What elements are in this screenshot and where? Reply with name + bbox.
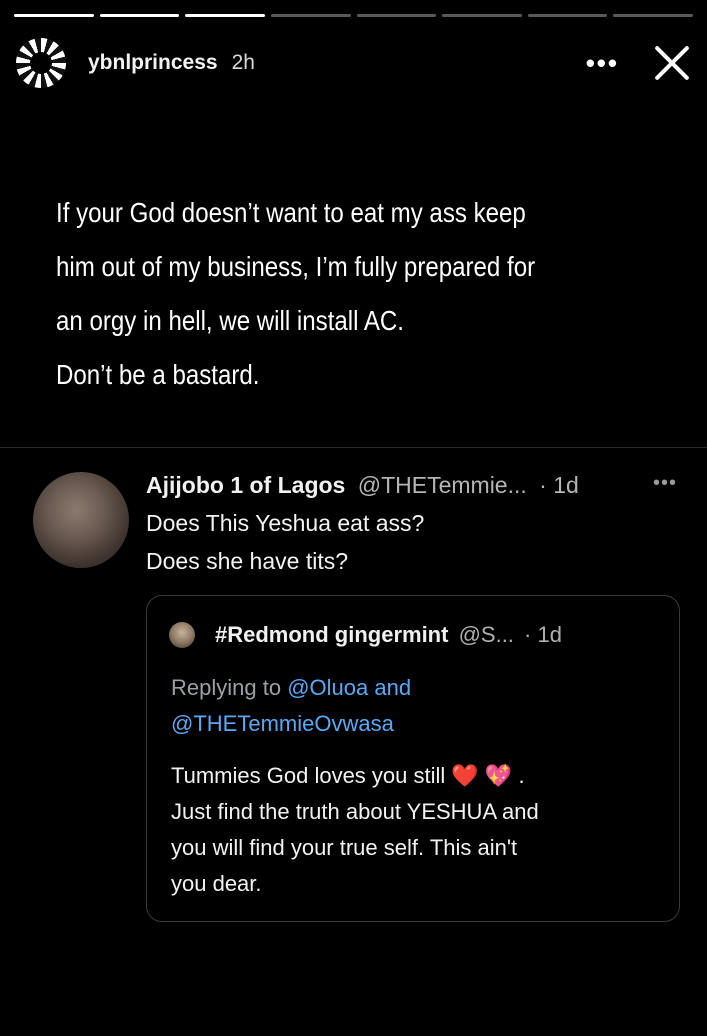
quoted-author-handle: @S... (458, 622, 514, 647)
progress-segment (442, 14, 522, 17)
tweet-time: · 1d (539, 472, 579, 498)
replying-prefix: Replying to (171, 675, 288, 700)
progress-segment (356, 14, 437, 17)
quoted-author-name: #Redmond gingermint (215, 622, 449, 647)
tweet-text-line: Does she have tits? (146, 548, 349, 574)
quoted-body-line: you will find your true self. This ain't (171, 835, 518, 860)
progress-segment (527, 14, 608, 17)
story-text-line: him out of my business, I’m fully prepar… (56, 251, 536, 282)
story-text: If your God doesn’t want to eat my ass k… (56, 186, 675, 402)
more-options-icon[interactable]: ••• (586, 50, 619, 76)
mention-link[interactable]: @Oluoa (287, 675, 368, 700)
mention-link[interactable]: @THETemmieOvwasa (171, 711, 394, 736)
quoted-body-line: Tummies God loves you still (171, 763, 452, 788)
quoted-body-line: Just find the truth about YESHUA and (171, 799, 539, 824)
quoted-body: Tummies God loves you still ❤️ 💖 . Just … (171, 758, 539, 902)
and-text: and (368, 675, 412, 700)
replying-to: Replying to @Oluoa and @THETemmieOvwasa (171, 670, 411, 742)
profile-avatar[interactable] (16, 38, 66, 88)
tweet-author-name[interactable]: Ajijobo 1 of Lagos (146, 472, 345, 498)
divider (0, 447, 707, 448)
story-header: ybnlprincess 2h ••• (16, 36, 691, 90)
story-username[interactable]: ybnlprincess (88, 51, 218, 75)
quoted-tweet[interactable]: #Redmond gingermint @S... · 1d Replying … (146, 595, 680, 922)
story-time: 2h (231, 51, 255, 74)
progress-segment (185, 14, 265, 17)
red-heart-icon: ❤️ (451, 763, 479, 788)
progress-segment (99, 14, 180, 17)
quoted-body-period: . (518, 763, 525, 788)
story-progress-bar (14, 14, 693, 18)
quoted-author-avatar (169, 622, 195, 648)
progress-segment (270, 14, 351, 17)
sparkling-heart-icon: 💖 (484, 763, 513, 788)
story-text-line: If your God doesn’t want to eat my ass k… (56, 197, 526, 228)
quoted-time: · 1d (524, 622, 562, 647)
close-icon[interactable] (653, 44, 691, 82)
progress-segment (613, 14, 693, 17)
tweet-author-avatar[interactable] (33, 472, 129, 568)
progress-segment (14, 14, 94, 17)
quoted-header: #Redmond gingermint @S... · 1d (215, 622, 562, 648)
tweet-text-line: Does This Yeshua eat ass? (146, 510, 425, 536)
quoted-body-line: you dear. (171, 871, 262, 896)
story-text-line: Don’t be a bastard. (56, 359, 260, 390)
tweet-header: Ajijobo 1 of Lagos @THETemmie... · 1d (146, 472, 579, 499)
tweet-card: Ajijobo 1 of Lagos @THETemmie... · 1d ••… (0, 460, 707, 1036)
story-text-line: an orgy in hell, we will install AC. (56, 305, 404, 336)
tweet-more-icon[interactable]: ••• (653, 472, 677, 495)
tweet-author-handle[interactable]: @THETemmie... (358, 472, 527, 498)
